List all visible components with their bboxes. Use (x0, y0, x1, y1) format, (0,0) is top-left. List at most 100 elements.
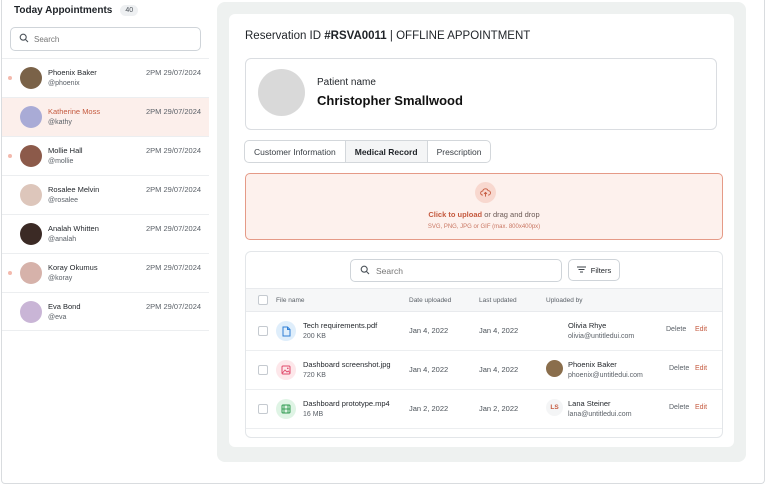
row-checkbox[interactable] (258, 365, 268, 375)
row-checkbox[interactable] (258, 326, 268, 336)
avatar (20, 301, 42, 323)
appointments-count-badge: 40 (120, 5, 139, 16)
file-size: 200 KB (303, 333, 326, 340)
file-size: 720 KB (303, 372, 326, 379)
uploader-name: Olivia Rhye (568, 321, 607, 330)
patient-avatar (258, 69, 305, 116)
file-name: Tech requirements.pdf (303, 321, 378, 330)
appointments-panel: Today Appointments 40 Phoenix Baker @phoe… (2, 0, 209, 484)
image-icon (276, 360, 296, 380)
appointments-header: Today Appointments 40 (14, 5, 139, 16)
last-updated: Jan 2, 2022 (479, 404, 519, 413)
appointment-item[interactable]: Eva Bond @eva 2PM 29/07/2024 (2, 292, 209, 331)
avatar: LS (546, 399, 563, 416)
edit-button[interactable]: Edit (695, 404, 707, 411)
drag-drop-text: or drag and drop (484, 210, 540, 219)
tab-prescription[interactable]: Prescription (428, 141, 491, 162)
appointment-item[interactable]: Phoenix Baker @phoenix 2PM 29/07/2024 (2, 58, 209, 97)
avatar (546, 360, 563, 377)
appointments-search[interactable] (10, 27, 201, 51)
appointment-patient-name: Eva Bond (48, 302, 81, 311)
appointments-title: Today Appointments (14, 5, 113, 16)
filters-button[interactable]: Filters (568, 259, 620, 281)
appointment-patient-name: Katherine Moss (48, 107, 101, 116)
reservation-type: | OFFLINE APPOINTMENT (386, 30, 531, 42)
appointment-time: 2PM 29/07/2024 (146, 68, 202, 77)
appointment-patient-name: Koray Okumus (48, 263, 98, 272)
patient-card: Patient name Christopher Smallwood (245, 58, 717, 130)
files-table-header: File name Date uploaded Last updated Upl… (246, 288, 722, 312)
appointment-time: 2PM 29/07/2024 (146, 107, 202, 116)
uploader-name: Lana Steiner (568, 399, 611, 408)
avatar (20, 184, 42, 206)
file-size: 16 MB (303, 411, 324, 418)
patient-name-label: Patient name (317, 77, 376, 88)
edit-button[interactable]: Edit (695, 326, 707, 333)
avatar (20, 223, 42, 245)
date-uploaded: Jan 4, 2022 (409, 326, 449, 335)
appointment-patient-handle: @analah (48, 236, 77, 243)
upload-dropzone[interactable]: Click to upload or drag and drop SVG, PN… (245, 173, 723, 240)
appointment-time: 2PM 29/07/2024 (146, 302, 202, 311)
uploader-name: Phoenix Baker (568, 360, 617, 369)
uploader-email: phoenix@untitledui.com (568, 372, 643, 379)
reservation-prefix: Reservation ID (245, 30, 325, 42)
appointment-item[interactable]: Mollie Hall @mollie 2PM 29/07/2024 (2, 136, 209, 175)
appointment-item[interactable]: Rosalee Melvin @rosalee 2PM 29/07/2024 (2, 175, 209, 214)
upload-hint: SVG, PNG, JPG or GIF (max. 800x400px) (427, 224, 541, 230)
appointments-search-input[interactable] (34, 34, 184, 44)
date-uploaded: Jan 4, 2022 (409, 365, 449, 374)
files-table: Filters File name Date uploaded Last upd… (245, 251, 723, 438)
tab-customer-information[interactable]: Customer Information (245, 141, 346, 162)
table-row: Dashboard prototype.mp4 16 MB Jan 2, 2022 J… (246, 390, 722, 429)
filter-lines-icon (576, 266, 586, 275)
appointment-patient-handle: @mollie (48, 158, 74, 165)
avatar (20, 145, 42, 167)
appointment-patient-handle: @phoenix (48, 80, 80, 87)
last-updated: Jan 4, 2022 (479, 365, 519, 374)
files-search[interactable] (350, 259, 562, 282)
reservation-id: #RSVA0011 (324, 30, 387, 42)
search-icon (19, 30, 29, 48)
appointment-patient-name: Phoenix Baker (48, 68, 97, 77)
select-all-checkbox[interactable] (258, 295, 268, 305)
header-uploaded-by: Uploaded by (546, 297, 583, 304)
appointment-item[interactable]: Katherine Moss @kathy 2PM 29/07/2024 (2, 97, 209, 136)
delete-button[interactable]: Delete (666, 326, 686, 333)
patient-name: Christopher Smallwood (317, 93, 463, 108)
edit-button[interactable]: Edit (695, 365, 707, 372)
delete-button[interactable]: Delete (669, 404, 689, 411)
file-name: Dashboard screenshot.jpg (303, 360, 391, 369)
appointment-time: 2PM 29/07/2024 (146, 224, 202, 233)
last-updated: Jan 4, 2022 (479, 326, 519, 335)
tab-medical-record[interactable]: Medical Record (345, 141, 428, 162)
appointment-time: 2PM 29/07/2024 (146, 185, 202, 194)
delete-button[interactable]: Delete (669, 365, 689, 372)
uploader-email: olivia@untitledui.com (568, 333, 635, 340)
file-icon (276, 321, 296, 341)
appointments-list: Phoenix Baker @phoenix 2PM 29/07/2024 Kathe… (2, 58, 209, 331)
file-name: Dashboard prototype.mp4 (303, 399, 390, 408)
appointment-time: 2PM 29/07/2024 (146, 146, 202, 155)
unread-dot (8, 76, 12, 80)
record-tabs: Customer Information Medical Record Prescr… (244, 140, 492, 163)
video-icon (276, 399, 296, 419)
header-last-updated: Last updated (479, 297, 517, 304)
upload-instructions: Click to upload or drag and drop (246, 210, 722, 219)
appointment-item[interactable]: Analah Whitten @analah 2PM 29/07/2024 (2, 214, 209, 253)
click-to-upload-link[interactable]: Click to upload (428, 210, 482, 219)
avatar (20, 106, 42, 128)
avatar (20, 262, 42, 284)
uploader-email: lana@untitledui.com (568, 411, 632, 418)
header-date-uploaded: Date uploaded (409, 297, 452, 304)
appointment-patient-name: Mollie Hall (48, 146, 83, 155)
files-search-input[interactable] (376, 265, 546, 276)
appointment-patient-handle: @rosalee (48, 197, 79, 204)
unread-dot (8, 271, 12, 275)
appointment-item[interactable]: Koray Okumus @koray 2PM 29/07/2024 (2, 253, 209, 292)
filters-label: Filters (590, 265, 612, 275)
header-file-name: File name (276, 297, 305, 304)
appointment-patient-handle: @koray (48, 275, 73, 282)
row-checkbox[interactable] (258, 404, 268, 414)
appointment-patient-handle: @kathy (48, 119, 72, 126)
